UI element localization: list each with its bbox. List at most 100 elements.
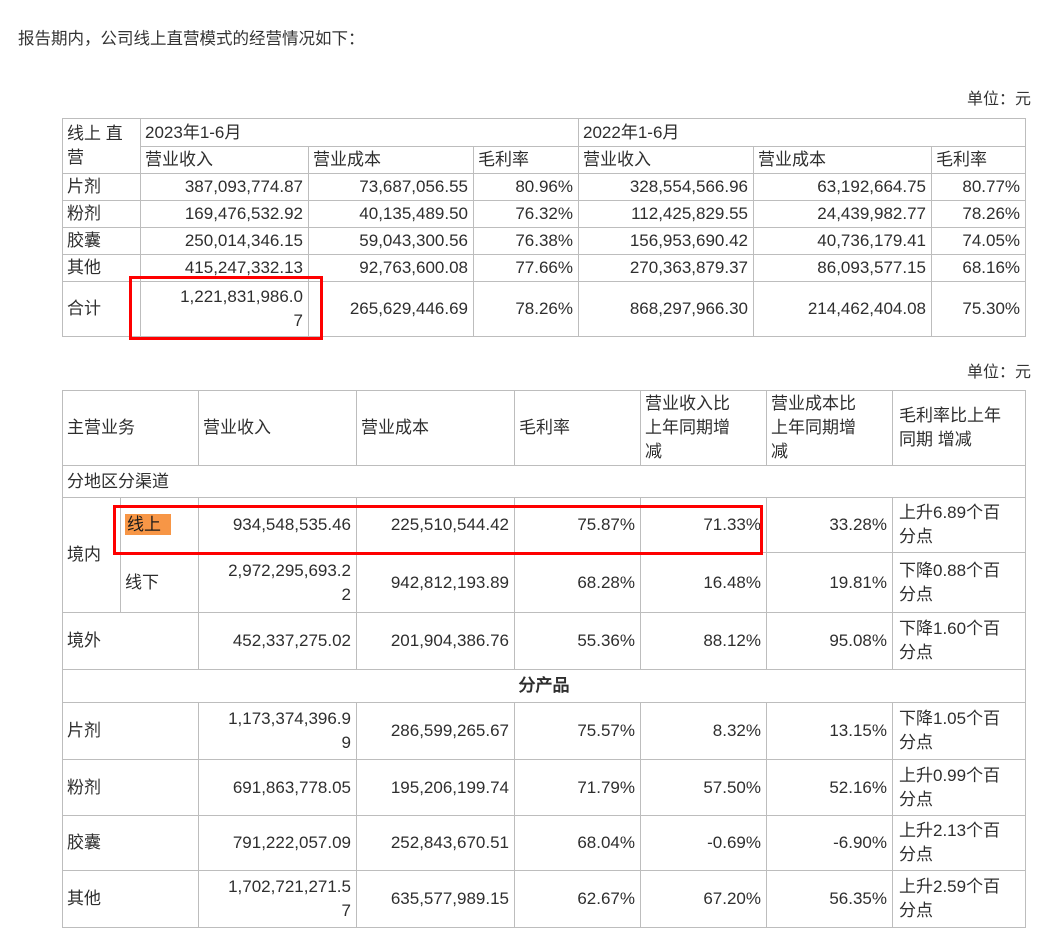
header-text: 营业收入比上年同期增减 xyxy=(645,394,730,461)
cell-cost: 942,812,193.89 xyxy=(356,552,515,613)
cell-margin: 62.67% xyxy=(514,870,641,928)
period-2022-header: 2022年1-6月 xyxy=(578,118,1027,147)
cell-cost-change: 95.08% xyxy=(766,612,893,670)
cell-cost-change: 56.35% xyxy=(766,870,893,928)
cell-margin: 71.79% xyxy=(514,759,641,816)
row-label-domestic: 境内 xyxy=(62,497,121,613)
row-capsules: 胶囊 250,014,346.15 59,043,300.56 76.38% 1… xyxy=(62,227,1027,255)
period-2023-header: 2023年1-6月 xyxy=(139,118,580,147)
cell-cost-2022: 63,192,664.75 xyxy=(753,173,933,201)
cell-cost: 252,843,670.51 xyxy=(356,815,515,871)
cell-cost-2023: 59,043,300.56 xyxy=(308,227,474,255)
cell-revenue-2023: 169,476,532.92 xyxy=(140,200,309,228)
cell-margin-change: 下降0.88个百分点 xyxy=(892,552,1026,613)
cell-revenue: 1,702,721,271.57 xyxy=(198,870,357,928)
header-row: 主营业务 营业收入 营业成本 毛利率 营业收入比上年同期增减 营业成本比上年同期… xyxy=(62,390,1026,466)
total-revenue-value: 1,221,831,986.07 xyxy=(180,287,303,330)
cell-margin-change: 下降1.60个百分点 xyxy=(892,612,1026,670)
cell-revenue-change: 16.48% xyxy=(640,552,767,613)
col-header-cost: 营业成本 xyxy=(356,390,515,466)
row-other: 其他 1,702,721,271.57 635,577,989.15 62.67… xyxy=(62,870,1026,928)
cell-margin-2022: 80.77% xyxy=(931,173,1027,201)
row-offline: 线下 2,972,295,693.22 942,812,193.89 68.28… xyxy=(63,552,1026,613)
cell-margin-2022: 78.26% xyxy=(931,200,1027,228)
row-label: 其他 xyxy=(62,870,199,928)
tablets-revenue-value: 1,173,374,396.99 xyxy=(228,709,351,752)
online-direct-table-wrapper: 线上 直营 2023年1-6月 2022年1-6月 营业收入 营业成本 毛利率 … xyxy=(62,118,1027,340)
row-label: 合计 xyxy=(62,281,141,337)
cell-cost-2023: 92,763,600.08 xyxy=(308,254,474,282)
cell-margin: 75.57% xyxy=(514,702,641,760)
row-label-offline: 线下 xyxy=(120,552,199,613)
col-header-revenue-change: 营业收入比上年同期增减 xyxy=(640,390,767,466)
row-other: 其他 415,247,332.13 92,763,600.08 77.66% 2… xyxy=(62,254,1027,282)
cell-margin-2022: 68.16% xyxy=(931,254,1027,282)
col-header-main-business: 主营业务 xyxy=(62,390,199,466)
row-label: 其他 xyxy=(62,254,141,282)
col-header-cost-change: 营业成本比上年同期增减 xyxy=(766,390,893,466)
cell-revenue: 1,173,374,396.99 xyxy=(198,702,357,760)
cell-cost-2023: 265,629,446.69 xyxy=(308,281,474,337)
cell-cost-2022: 40,736,179.41 xyxy=(753,227,933,255)
cell-cost-2023: 40,135,489.50 xyxy=(308,200,474,228)
cell-margin: 55.36% xyxy=(514,612,641,670)
row-label-overseas: 境外 xyxy=(62,612,199,670)
row-label-online: 线上 xyxy=(120,497,199,553)
row-tablets: 片剂 1,173,374,396.99 286,599,265.67 75.57… xyxy=(62,702,1026,760)
row-label: 片剂 xyxy=(62,173,141,201)
row-label: 胶囊 xyxy=(62,815,199,871)
cell-revenue-2023: 415,247,332.13 xyxy=(140,254,309,282)
cell-revenue: 2,972,295,693.22 xyxy=(198,552,357,613)
row-section-region-channel: 分地区分渠道 xyxy=(62,465,1026,498)
row-label: 胶囊 xyxy=(62,227,141,255)
cell-margin: 68.28% xyxy=(514,552,641,613)
cell-margin-change: 上升6.89个百分点 xyxy=(892,497,1026,553)
cell-revenue-2022: 156,953,690.42 xyxy=(578,227,755,255)
cell-margin-2023: 76.32% xyxy=(472,200,580,228)
cell-margin: 68.04% xyxy=(514,815,641,871)
cell-revenue-change: 71.33% xyxy=(640,497,767,553)
cell-cost-change: 33.28% xyxy=(766,497,893,553)
col-header-revenue: 营业收入 xyxy=(198,390,357,466)
cell-cost: 286,599,265.67 xyxy=(356,702,515,760)
row-powder: 粉剂 169,476,532.92 40,135,489.50 76.32% 1… xyxy=(62,200,1027,228)
col-header-revenue-2023: 营业收入 xyxy=(140,146,309,174)
cell-margin-change: 下降1.05个百分点 xyxy=(892,702,1026,760)
row-label: 粉剂 xyxy=(62,200,141,228)
cell-revenue-change: 57.50% xyxy=(640,759,767,816)
cell-margin-change: 上升2.59个百分点 xyxy=(892,870,1026,928)
cell-revenue-2022: 868,297,966.30 xyxy=(578,281,755,337)
unit-label-2: 单位：元 xyxy=(966,364,1031,381)
cell-cost-change: -6.90% xyxy=(766,815,893,871)
cell-margin-2022: 75.30% xyxy=(931,281,1027,337)
row-capsules: 胶囊 791,222,057.09 252,843,670.51 68.04% … xyxy=(62,815,1026,871)
section-label: 分产品 xyxy=(62,669,1026,703)
cell-cost: 635,577,989.15 xyxy=(356,870,515,928)
row-online: 境内 线上 934,548,535.46 225,510,544.42 75.8… xyxy=(62,497,1026,613)
cell-revenue-2023: 250,014,346.15 xyxy=(140,227,309,255)
main-business-table: 主营业务 营业收入 营业成本 毛利率 营业收入比上年同期增减 营业成本比上年同期… xyxy=(62,390,1026,928)
cell-cost: 225,510,544.42 xyxy=(356,497,515,553)
main-business-table-wrapper: 主营业务 营业收入 营业成本 毛利率 营业收入比上年同期增减 营业成本比上年同期… xyxy=(62,390,1026,928)
cell-cost-2022: 86,093,577.15 xyxy=(753,254,933,282)
highlighted-online-label: 线上 xyxy=(125,514,171,536)
cell-revenue-2023: 387,093,774.87 xyxy=(140,173,309,201)
row-overseas: 境外 452,337,275.02 201,904,386.76 55.36% … xyxy=(62,612,1026,670)
cell-margin-change: 上升2.13个百分点 xyxy=(892,815,1026,871)
cell-margin: 75.87% xyxy=(514,497,641,553)
cell-revenue-2022: 328,554,566.96 xyxy=(578,173,755,201)
section-label: 分地区分渠道 xyxy=(62,465,1026,498)
cell-cost: 195,206,199.74 xyxy=(356,759,515,816)
cell-margin-2022: 74.05% xyxy=(931,227,1027,255)
cell-margin-change: 上升0.99个百分点 xyxy=(892,759,1026,816)
cell-revenue: 934,548,535.46 xyxy=(198,497,357,553)
cell-revenue-2022: 112,425,829.55 xyxy=(578,200,755,228)
row-total: 合计 1,221,831,986.07 265,629,446.69 78.26… xyxy=(62,281,1027,337)
cell-revenue-2023-total: 1,221,831,986.07 xyxy=(140,281,309,337)
cell-revenue: 791,222,057.09 xyxy=(198,815,357,871)
corner-header: 线上 直营 xyxy=(62,118,141,174)
col-header-margin: 毛利率 xyxy=(514,390,641,466)
cell-cost-change: 52.16% xyxy=(766,759,893,816)
cell-margin-2023: 77.66% xyxy=(472,254,580,282)
other-revenue-value: 1,702,721,271.57 xyxy=(228,877,351,920)
